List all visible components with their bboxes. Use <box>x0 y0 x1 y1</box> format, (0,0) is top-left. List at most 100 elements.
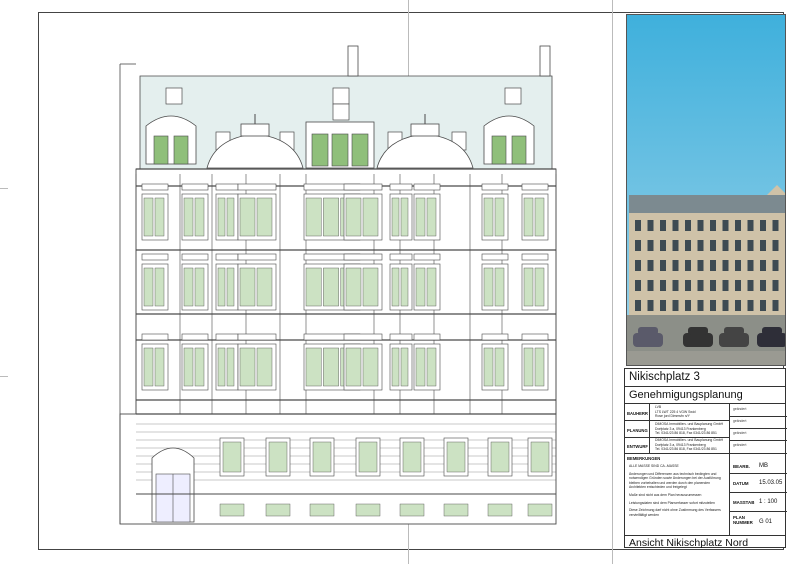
photo-window <box>722 300 729 311</box>
roof-window <box>332 87 350 105</box>
photo-car <box>638 327 658 335</box>
photo-window <box>722 260 729 271</box>
window-pane <box>362 267 379 307</box>
photo-window <box>760 220 766 231</box>
datum-value: 15.03.05 <box>759 480 783 486</box>
dormer-window <box>311 133 329 167</box>
facade-svg <box>119 45 557 525</box>
window-pane <box>483 347 494 387</box>
photo-window <box>672 280 679 291</box>
window-pane <box>239 197 256 237</box>
window-pediment <box>181 183 209 191</box>
photo-window <box>735 240 741 251</box>
remark-line: Leistungsdaten sind dem Planverfasser so… <box>629 500 715 505</box>
window-pane <box>183 267 194 307</box>
photo-window <box>735 220 741 231</box>
photo-window <box>685 260 691 271</box>
bearb-label: BEARB. <box>733 464 750 469</box>
photo-window <box>697 280 704 291</box>
window-pane <box>345 197 362 237</box>
window-pediment <box>389 333 413 341</box>
window-pane <box>226 267 235 307</box>
photo-window <box>747 240 754 251</box>
photo-window <box>710 240 716 251</box>
entwurf-line: DIMOSA Immobilien- und Bauplanung GmbH <box>655 438 724 442</box>
photo-window <box>710 260 716 271</box>
plan-phase: Genehmigungsplanung <box>629 389 743 401</box>
basement-window <box>399 503 425 517</box>
photo-window <box>697 260 704 271</box>
photo-window <box>660 300 666 311</box>
photo-window <box>722 220 729 231</box>
revision-label: geändert <box>733 407 747 411</box>
planung-line: DIMOSA Immobilien- und Bauplanung GmbH <box>655 422 724 426</box>
window-pediment <box>343 183 383 191</box>
window-pane <box>426 267 437 307</box>
window-pane <box>256 267 273 307</box>
photo-pavement <box>627 351 785 365</box>
window-pediment <box>413 333 441 341</box>
window-pediment <box>237 253 277 261</box>
window-pediment <box>521 253 549 261</box>
photo-window <box>747 300 754 311</box>
window-pediment <box>237 183 277 191</box>
plan-number-value: G 01 <box>759 519 773 525</box>
dome-lantern <box>240 123 270 137</box>
shop-window-pane <box>358 441 378 473</box>
revision-label: geändert <box>733 443 747 447</box>
dormer-window <box>153 135 169 165</box>
project-title: Nikischplatz 3 <box>629 371 700 383</box>
window-pediment <box>481 333 509 341</box>
window-pane <box>400 197 409 237</box>
photo-window <box>772 220 779 231</box>
basement-window <box>265 503 291 517</box>
photo-window <box>635 220 641 231</box>
window-pane <box>143 197 154 237</box>
window-pane <box>523 267 534 307</box>
basement-window <box>443 503 469 517</box>
basement-window <box>309 503 335 517</box>
photo-window <box>697 240 704 251</box>
planung-line: Tel. 0341/23 86 818, Fax 0341/23 86 851 <box>655 431 717 436</box>
dome-lantern <box>410 123 440 137</box>
photo-window <box>722 280 729 291</box>
photo-car <box>688 327 708 335</box>
window-pane <box>494 347 505 387</box>
window-pediment <box>215 253 239 261</box>
window-pediment <box>481 183 509 191</box>
chimney <box>347 45 359 77</box>
photo-window <box>747 260 754 271</box>
photo-window <box>735 300 741 311</box>
photo-window <box>685 280 691 291</box>
photo-window <box>735 260 741 271</box>
window-pane <box>226 197 235 237</box>
window-pane <box>523 347 534 387</box>
window-pane <box>256 347 273 387</box>
photo-window <box>647 280 654 291</box>
photo-window <box>660 220 666 231</box>
revision-label: geändert <box>733 431 747 435</box>
window-pane <box>391 347 400 387</box>
photo-window <box>772 260 779 271</box>
window-pane <box>323 267 339 307</box>
title-block: Nikischplatz 3 Genehmigungsplanung BAUHE… <box>624 368 787 549</box>
photo-window <box>747 280 754 291</box>
shop-window-pane <box>446 441 466 473</box>
photo-window <box>760 280 766 291</box>
datum-label: DATUM <box>733 481 749 486</box>
photo-car <box>757 333 785 347</box>
window-pane <box>217 197 226 237</box>
window-pane <box>194 267 205 307</box>
building-photo <box>626 14 786 366</box>
window-pane <box>345 267 362 307</box>
window-pane <box>345 347 362 387</box>
basement-window <box>487 503 513 517</box>
window-pane <box>494 267 505 307</box>
window-pane <box>217 347 226 387</box>
window-pane <box>400 347 409 387</box>
window-pediment <box>481 253 509 261</box>
dormer-window <box>511 135 527 165</box>
window-pediment <box>215 183 239 191</box>
photo-window <box>672 260 679 271</box>
window-pane <box>426 347 437 387</box>
